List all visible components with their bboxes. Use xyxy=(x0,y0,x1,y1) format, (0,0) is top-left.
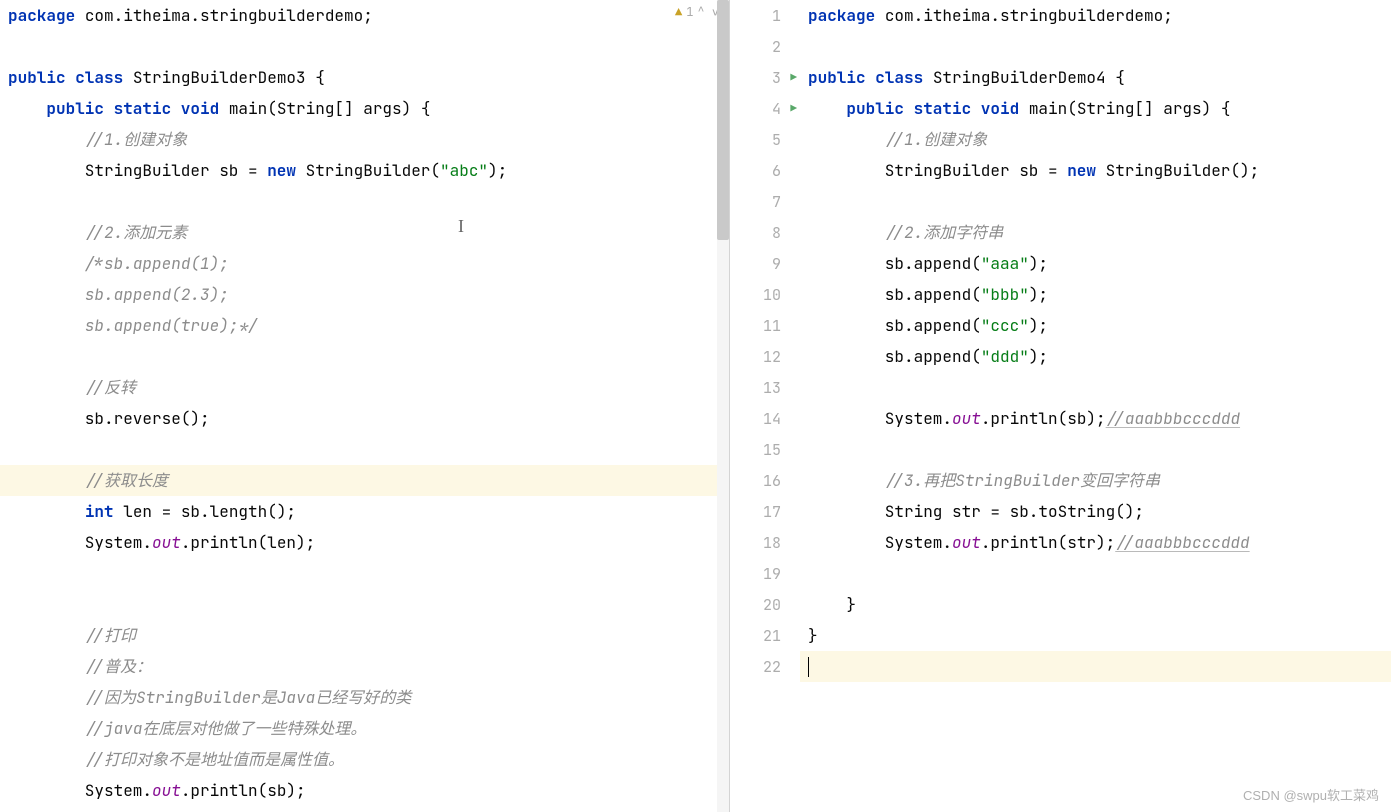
code-line[interactable] xyxy=(0,341,729,372)
line-number: 7 xyxy=(730,186,799,217)
gutter: 123▶4▶5678910111213141516171819202122 xyxy=(730,0,800,812)
code-line[interactable]: //打印对象不是地址值而是属性值。 xyxy=(0,744,729,775)
code-line[interactable]: //反转 xyxy=(0,372,729,403)
code-line[interactable]: //1.创建对象 xyxy=(0,124,729,155)
code-line[interactable]: sb.reverse(); xyxy=(0,403,729,434)
watermark: CSDN @swpu软工菜鸡 xyxy=(1243,785,1379,804)
line-number: 6 xyxy=(730,155,799,186)
code-line[interactable]: public static void main(String[] args) { xyxy=(0,93,729,124)
code-line[interactable]: package com.itheima.stringbuilderdemo; xyxy=(800,0,1391,31)
code-line[interactable] xyxy=(800,186,1391,217)
code-line[interactable] xyxy=(800,372,1391,403)
code-line[interactable]: //因为StringBuilder是Java已经写好的类 xyxy=(0,682,729,713)
code-line[interactable]: } xyxy=(800,620,1391,651)
line-number: 18 xyxy=(730,527,799,558)
code-line[interactable]: System.out.println(sb);//aaabbbcccddd xyxy=(800,403,1391,434)
run-gutter-icon[interactable]: ▶ xyxy=(790,102,797,116)
code-line[interactable]: sb.append(2.3); xyxy=(0,279,729,310)
warning-count: 1 xyxy=(686,4,693,20)
line-number: 2 xyxy=(730,31,799,62)
code-line[interactable]: /*sb.append(1); xyxy=(0,248,729,279)
code-line[interactable]: sb.append("ccc"); xyxy=(800,310,1391,341)
line-number: 9 xyxy=(730,248,799,279)
code-line[interactable]: //java在底层对他做了一些特殊处理。 xyxy=(0,713,729,744)
code-line[interactable]: public class StringBuilderDemo3 { xyxy=(0,62,729,93)
code-line[interactable]: sb.append(true);*/ xyxy=(0,310,729,341)
code-line[interactable] xyxy=(800,558,1391,589)
code-line[interactable] xyxy=(0,31,729,62)
code-line[interactable]: StringBuilder sb = new StringBuilder("ab… xyxy=(0,155,729,186)
code-line[interactable]: package com.itheima.stringbuilderdemo; xyxy=(0,0,729,31)
code-line[interactable]: System.out.println(len); xyxy=(0,527,729,558)
code-line[interactable]: sb.append("ddd"); xyxy=(800,341,1391,372)
code-line[interactable]: //3.再把StringBuilder变回字符串 xyxy=(800,465,1391,496)
code-line[interactable] xyxy=(800,434,1391,465)
line-number: 16 xyxy=(730,465,799,496)
code-line[interactable]: public class StringBuilderDemo4 { xyxy=(800,62,1391,93)
scrollbar-thumb[interactable] xyxy=(717,0,729,240)
line-number: 14 xyxy=(730,403,799,434)
line-number: 8 xyxy=(730,217,799,248)
code-line[interactable]: } xyxy=(800,589,1391,620)
caret xyxy=(808,657,809,677)
line-number: 20 xyxy=(730,589,799,620)
code-line[interactable] xyxy=(0,434,729,465)
text-cursor-icon: I xyxy=(458,216,464,237)
code-line[interactable] xyxy=(800,651,1391,682)
code-line[interactable] xyxy=(0,186,729,217)
line-number: 13 xyxy=(730,372,799,403)
line-number: 11 xyxy=(730,310,799,341)
line-number: 4▶ xyxy=(730,93,799,124)
line-number: 1 xyxy=(730,0,799,31)
code-line[interactable]: public static void main(String[] args) { xyxy=(800,93,1391,124)
code-line[interactable]: //2.添加字符串 xyxy=(800,217,1391,248)
code-line[interactable]: StringBuilder sb = new StringBuilder(); xyxy=(800,155,1391,186)
code-line[interactable]: //普及： xyxy=(0,651,729,682)
code-line[interactable]: System.out.println(str);//aaabbbcccddd xyxy=(800,527,1391,558)
left-editor-pane[interactable]: ▲ 1 ^ ∨ I package com.itheima.stringbuil… xyxy=(0,0,730,812)
left-code-area[interactable]: package com.itheima.stringbuilderdemo; p… xyxy=(0,0,729,806)
scrollbar-track[interactable] xyxy=(717,0,729,812)
line-number: 21 xyxy=(730,620,799,651)
code-line[interactable]: //2.添加元素 xyxy=(0,217,729,248)
inspection-nav[interactable]: ^ ∨ xyxy=(697,4,719,20)
code-line[interactable]: String str = sb.toString(); xyxy=(800,496,1391,527)
code-line[interactable]: //获取长度 xyxy=(0,465,729,496)
code-line[interactable] xyxy=(0,558,729,589)
line-number: 12 xyxy=(730,341,799,372)
code-line[interactable]: //1.创建对象 xyxy=(800,124,1391,155)
code-line[interactable]: //打印 xyxy=(0,620,729,651)
line-number: 5 xyxy=(730,124,799,155)
line-number: 19 xyxy=(730,558,799,589)
line-number: 15 xyxy=(730,434,799,465)
line-number: 17 xyxy=(730,496,799,527)
line-number: 3▶ xyxy=(730,62,799,93)
line-number: 10 xyxy=(730,279,799,310)
code-line[interactable]: sb.append("aaa"); xyxy=(800,248,1391,279)
code-line[interactable]: sb.append("bbb"); xyxy=(800,279,1391,310)
code-line[interactable]: System.out.println(sb); xyxy=(0,775,729,806)
warning-icon: ▲ xyxy=(675,4,682,20)
right-editor-pane[interactable]: package com.itheima.stringbuilderdemo; p… xyxy=(800,0,1391,812)
code-line[interactable] xyxy=(800,31,1391,62)
inspection-badge[interactable]: ▲ 1 ^ ∨ xyxy=(675,4,719,20)
code-line[interactable]: int len = sb.length(); xyxy=(0,496,729,527)
line-number: 22 xyxy=(730,651,799,682)
run-gutter-icon[interactable]: ▶ xyxy=(790,71,797,85)
code-line[interactable] xyxy=(0,589,729,620)
right-code-area[interactable]: package com.itheima.stringbuilderdemo; p… xyxy=(800,0,1391,682)
